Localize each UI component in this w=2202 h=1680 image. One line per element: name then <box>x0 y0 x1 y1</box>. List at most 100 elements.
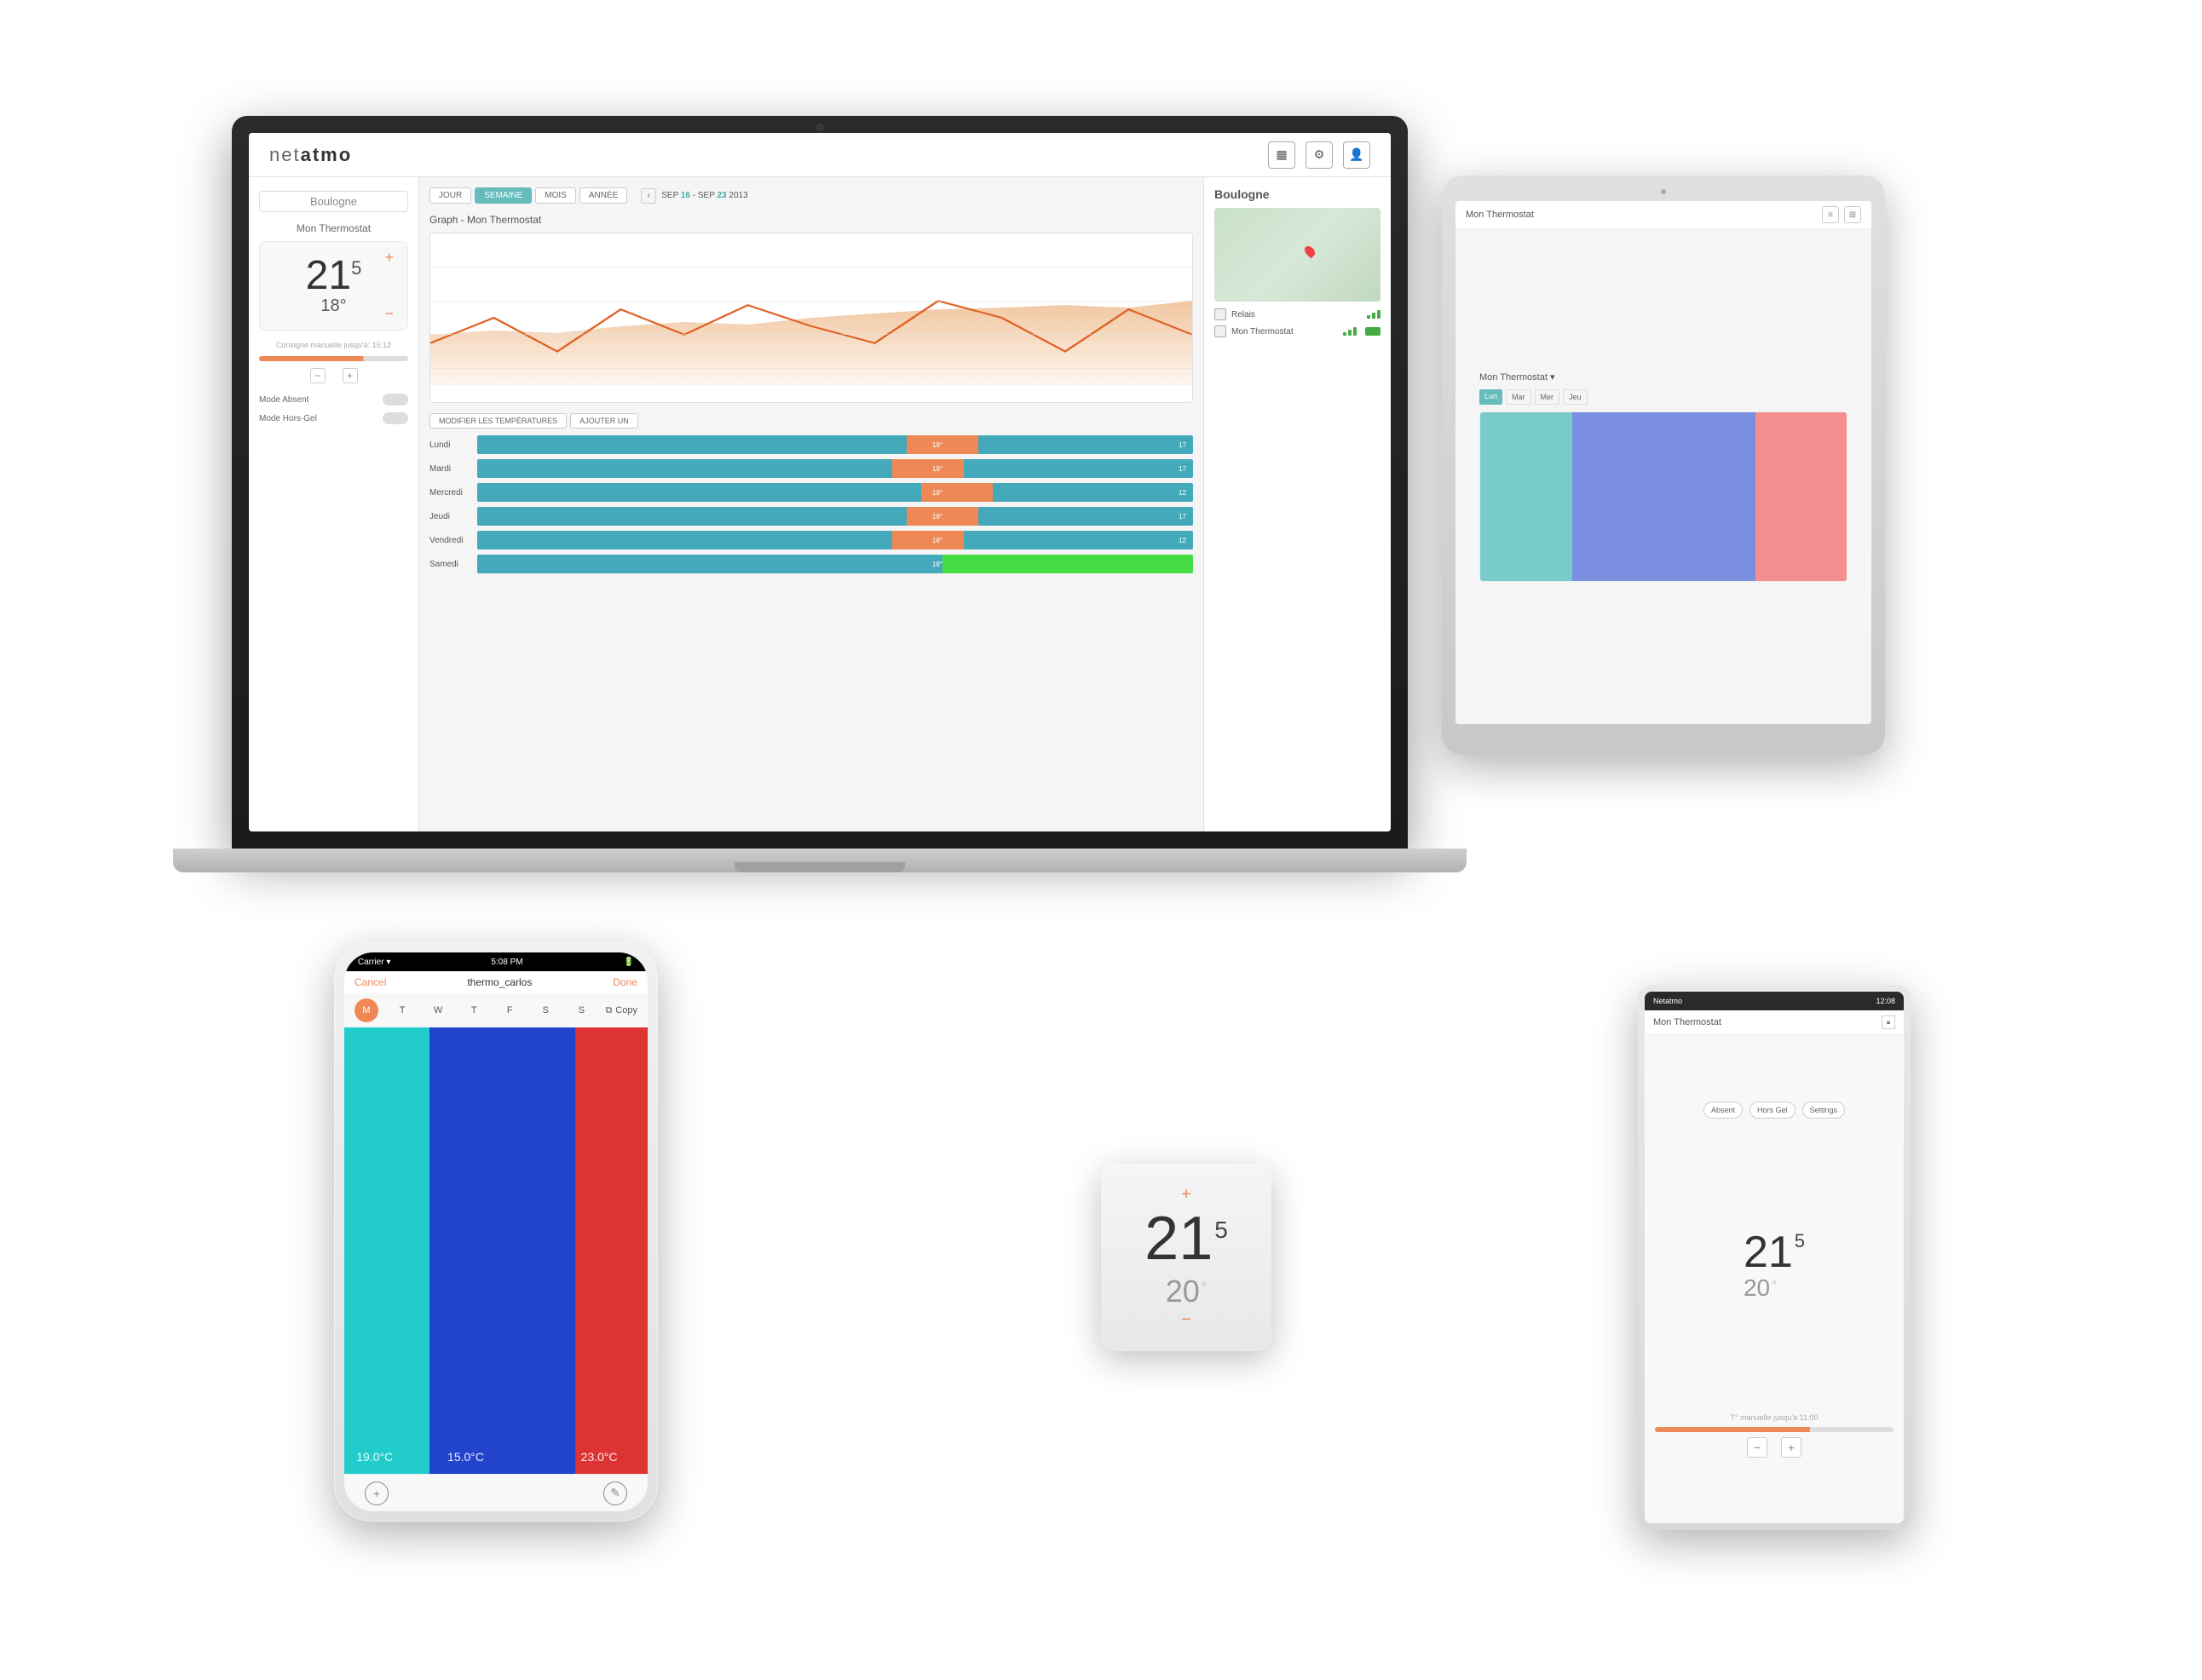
android-horsgel-btn[interactable]: Hors Gel <box>1749 1102 1796 1119</box>
app-header-icons: ▦ ⚙ 👤 <box>1268 141 1370 169</box>
iphone-time: 5:08 PM <box>491 958 522 967</box>
thermostat-hw-body: + 21 5 20 ° − <box>1101 1164 1271 1351</box>
android-title: Mon Thermostat <box>1653 1017 1721 1027</box>
android-mode-buttons: Absent Hors Gel Settings <box>1703 1102 1845 1119</box>
user-icon[interactable]: 👤 <box>1343 141 1370 169</box>
iphone-done-button[interactable]: Done <box>613 976 637 988</box>
tablet-content: Mon Thermostat ▾ Lun Mar Mer Jeu <box>1456 229 1871 724</box>
day-tuesday[interactable]: T <box>390 998 414 1022</box>
tablet-tab-mer[interactable]: Mer <box>1535 389 1560 405</box>
android-minus-btn[interactable]: − <box>1747 1437 1767 1458</box>
mode-absent-toggle[interactable] <box>383 394 408 406</box>
day-mardi: Mardi 18° 17 <box>429 459 1193 478</box>
android-body: Netatmo 12:08 Mon Thermostat ≡ Absent Ho… <box>1638 985 1911 1530</box>
battery-icon <box>1365 327 1381 336</box>
device-list: Relais Mon Thermostat <box>1214 308 1381 337</box>
android-temp-sup: 5 <box>1795 1230 1805 1252</box>
hw-minus-icon[interactable]: − <box>1181 1310 1191 1330</box>
tab-semaine[interactable]: SEMAINE <box>475 187 532 204</box>
slider-minus[interactable]: − <box>310 368 326 383</box>
android-slider[interactable] <box>1655 1427 1894 1432</box>
graph-area <box>429 233 1193 403</box>
temp-label-2: 15.0°C <box>447 1450 484 1464</box>
hw-temp-big: 21 <box>1144 1208 1213 1269</box>
time-tabs: JOUR SEMAINE MOIS ANNÉE ‹ SEP 16 - SEP 2… <box>429 187 1193 204</box>
mode-horsgel-toggle[interactable] <box>383 412 408 424</box>
tablet-day-tabs: Lun Mar Mer Jeu <box>1479 389 1847 405</box>
temp-label-1: 19.0°C <box>356 1450 393 1464</box>
android-icon1[interactable]: ≡ <box>1882 1015 1895 1029</box>
android-absent-btn[interactable]: Absent <box>1703 1102 1743 1119</box>
signal-bars <box>1343 327 1357 336</box>
temp-plus-icon: + <box>384 249 394 267</box>
laptop: netatmo ▦ ⚙ 👤 Boulogne Mon Thermostat <box>232 116 1408 883</box>
android-phone: Netatmo 12:08 Mon Thermostat ≡ Absent Ho… <box>1638 985 1911 1530</box>
days-schedule: Lundi 18° 17 Mardi 18° <box>429 435 1193 573</box>
tablet: Mon Thermostat ≡ ⊞ Mon Thermostat ▾ Lun … <box>1442 175 1885 755</box>
tablet-tab-lun[interactable]: Lun <box>1479 389 1502 405</box>
date-prev[interactable]: ‹ <box>641 188 656 204</box>
iphone-days-row: M T W T F S S ⧉ Copy <box>344 993 648 1027</box>
iphone-battery-status: 🔋 <box>624 958 634 967</box>
android-temp-small: 20 <box>1744 1274 1770 1302</box>
map-pin <box>1303 245 1317 259</box>
wifi-signal <box>1367 310 1381 319</box>
day-sunday[interactable]: S <box>569 998 593 1022</box>
laptop-body: netatmo ▦ ⚙ 👤 Boulogne Mon Thermostat <box>232 116 1408 849</box>
set-temp: 18° <box>267 296 401 316</box>
android-plus-btn[interactable]: + <box>1781 1437 1801 1458</box>
thermostat-label: Mon Thermostat <box>259 222 408 234</box>
android-temp-row: 21 5 <box>1744 1230 1805 1274</box>
android-header-icons: ≡ <box>1882 1015 1895 1029</box>
center-panel: JOUR SEMAINE MOIS ANNÉE ‹ SEP 16 - SEP 2… <box>419 177 1203 831</box>
tablet-title: Mon Thermostat <box>1466 210 1534 220</box>
android-time: 12:08 <box>1876 997 1895 1005</box>
android-status-bar: Netatmo 12:08 <box>1645 992 1904 1010</box>
tablet-icon2[interactable]: ⊞ <box>1844 206 1861 223</box>
tablet-body: Mon Thermostat ≡ ⊞ Mon Thermostat ▾ Lun … <box>1442 175 1885 755</box>
netatmo-app: netatmo ▦ ⚙ 👤 Boulogne Mon Thermostat <box>249 133 1391 831</box>
tab-annee[interactable]: ANNÉE <box>579 187 627 204</box>
day-wednesday[interactable]: W <box>426 998 450 1022</box>
temp-slider[interactable] <box>259 356 408 361</box>
thermostat-display: + 215 18° − <box>259 241 408 331</box>
day-vendredi: Vendredi 18° 12 <box>429 531 1193 549</box>
relais-icon <box>1214 308 1226 320</box>
android-content: Absent Hors Gel Settings 21 5 20 ° <box>1645 1035 1904 1523</box>
day-saturday[interactable]: S <box>533 998 557 1022</box>
iphone-screen-title: thermo_carlos <box>467 976 532 988</box>
schedule-stripe-red <box>575 1027 648 1474</box>
tablet-icon1[interactable]: ≡ <box>1822 206 1839 223</box>
tab-modifier[interactable]: MODIFIER LES TEMPÉRATURES <box>429 413 567 429</box>
settings-icon[interactable]: ⚙ <box>1306 141 1333 169</box>
map-area <box>1214 208 1381 302</box>
tab-ajouter[interactable]: AJOUTER UN <box>570 413 638 429</box>
tab-mois[interactable]: MOIS <box>535 187 576 204</box>
hw-plus-icon[interactable]: + <box>1181 1185 1191 1205</box>
slider-plus[interactable]: + <box>343 368 358 383</box>
bar-chart-icon[interactable]: ▦ <box>1268 141 1295 169</box>
add-schedule-icon[interactable]: + <box>365 1482 389 1505</box>
copy-button[interactable]: ⧉ Copy <box>605 1005 637 1016</box>
iphone-cancel-button[interactable]: Cancel <box>355 976 386 988</box>
android-consigne: T° manuelle jusqu'à 11:00 <box>1655 1413 1894 1422</box>
day-friday[interactable]: F <box>498 998 522 1022</box>
day-mercredi: Mercredi 18° 12 <box>429 483 1193 502</box>
tablet-header-icons: ≡ ⊞ <box>1822 206 1861 223</box>
tablet-tab-jeu[interactable]: Jeu <box>1563 389 1588 405</box>
consigne-text: Consigne manuelle jusqu'à: 15:12 <box>259 341 408 349</box>
iphone-body: Carrier ▾ 5:08 PM 🔋 Cancel thermo_carlos… <box>334 942 658 1522</box>
day-lundi: Lundi 18° 17 <box>429 435 1193 454</box>
edit-schedule-icon[interactable]: ✎ <box>603 1482 627 1505</box>
day-monday[interactable]: M <box>355 998 378 1022</box>
laptop-base <box>173 849 1467 872</box>
scene: netatmo ▦ ⚙ 👤 Boulogne Mon Thermostat <box>164 73 2038 1607</box>
iphone-schedule-area: 19.0°C 15.0°C 23.0°C <box>344 1027 648 1474</box>
slider-controls: − + <box>259 368 408 383</box>
left-panel: Boulogne Mon Thermostat + 215 18° − <box>249 177 419 831</box>
tab-jour[interactable]: JOUR <box>429 187 471 204</box>
android-settings-btn[interactable]: Settings <box>1802 1102 1846 1119</box>
tablet-tab-mar[interactable]: Mar <box>1506 389 1531 405</box>
right-location: Boulogne <box>1214 187 1381 201</box>
day-thursday[interactable]: T <box>462 998 486 1022</box>
